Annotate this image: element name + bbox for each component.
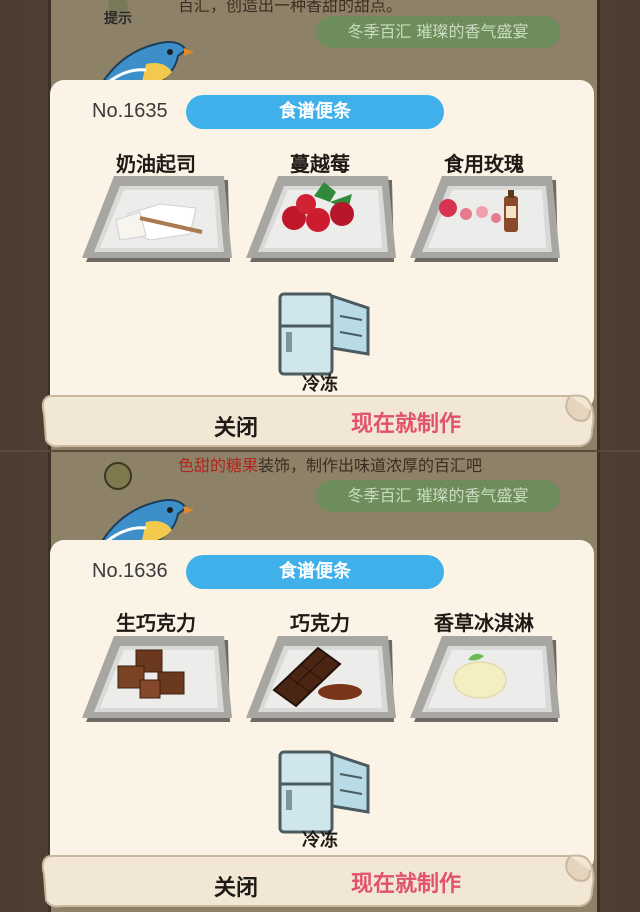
recipe-number: No.1635 [92,100,168,122]
recipe-number: No.1636 [92,560,168,582]
event-banner: 冬季百汇 璀璨的香气盛宴 [316,480,560,512]
ingredient-tray-cream-cheese [80,174,234,270]
ingredient-name: 奶油起司 [116,152,196,176]
ingredient-name: 生巧克力 [116,611,196,635]
make-now-button[interactable]: 现在就制作 [334,866,478,898]
recipe-scroll-footer [40,390,596,450]
hint-text-highlight: 色甜的糖果 [178,456,259,475]
cooking-method-label: 冷冻 [302,830,338,851]
freezer-icon [276,286,372,378]
ingredient-tray-cranberry [244,174,398,270]
close-button[interactable]: 关闭 [204,870,268,902]
ingredient-tray-edible-rose [408,174,562,270]
ingredient-tray-chocolate [244,634,398,730]
hint-text-rest: 装饰，制作出味道浓厚的百汇吧 [258,456,483,475]
ingredient-tray-vanilla-ice-cream [408,634,562,730]
event-banner: 冬季百汇 璀璨的香气盛宴 [316,16,560,48]
close-button[interactable]: 关闭 [204,410,268,442]
recipe-scroll-footer [40,850,596,912]
ingredient-name: 食用玫瑰 [444,152,524,176]
ingredient-tray-raw-chocolate [80,634,234,730]
ingredient-name: 巧克力 [290,611,350,635]
ingredient-name: 香草冰淇淋 [434,611,534,635]
ingredient-name: 蔓越莓 [290,152,350,176]
freezer-icon [276,744,372,836]
recipe-title: 食谱便条 [186,95,444,129]
hint-text: 百汇，创造出一种香甜的甜点。 [178,0,403,15]
hint-text: 色甜的糖果装饰，制作出味道浓厚的百汇吧 [178,452,578,476]
recipe-panel-1635: 提示 百汇，创造出一种香甜的甜点。 冬季百汇 璀璨的香气盛宴 No.1635 食… [0,0,640,450]
make-now-button[interactable]: 现在就制作 [334,406,478,438]
recipe-panel-1636: 色甜的糖果装饰，制作出味道浓厚的百汇吧 冬季百汇 璀璨的香气盛宴 No.1636… [0,452,640,912]
recipe-title: 食谱便条 [186,555,444,589]
